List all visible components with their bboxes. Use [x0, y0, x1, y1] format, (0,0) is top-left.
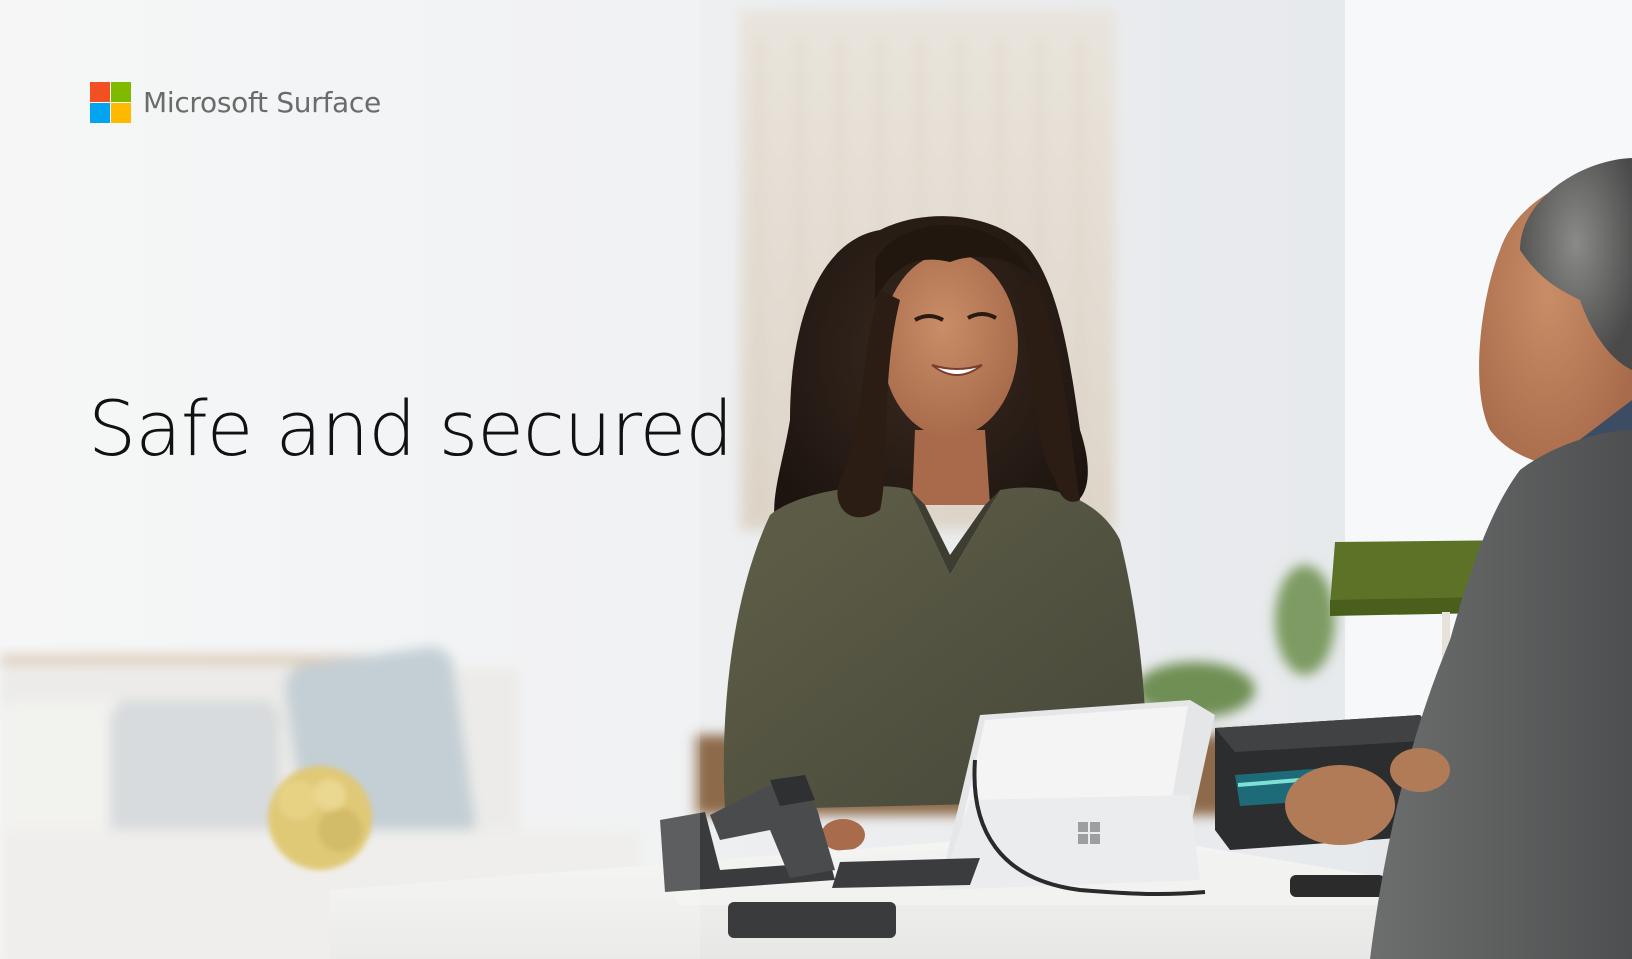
hero-photo: [0, 0, 1632, 959]
logo-square-green: [111, 82, 131, 102]
microsoft-logo-icon: [90, 82, 131, 123]
logo-square-yellow: [111, 103, 131, 123]
microsoft-surface-logo: Microsoft Surface: [90, 82, 381, 123]
hero-headline: Safe and secured: [88, 384, 734, 473]
brand-name: Microsoft Surface: [143, 86, 381, 119]
logo-square-red: [90, 82, 110, 102]
logo-square-blue: [90, 103, 110, 123]
